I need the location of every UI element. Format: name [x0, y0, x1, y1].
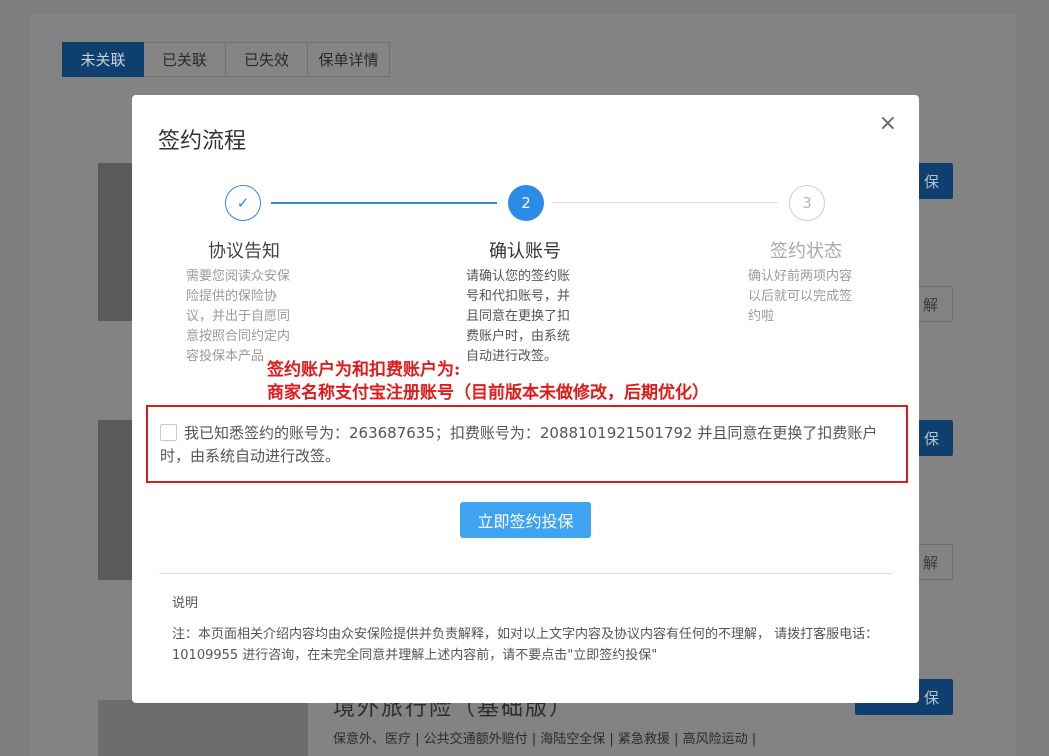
annotation-line-2: 商家名称支付宝注册账号（目前版本未做修改，后期优化）	[267, 383, 709, 403]
note-text: 注：本页面相关介绍内容均由众安保险提供并负责解释，如对以上文字内容及协议内容有任…	[172, 627, 879, 663]
product-image	[98, 700, 308, 756]
step-1-name: 协议告知	[208, 241, 280, 262]
agreement-row: 我已知悉签约的账号为：263687635；扣费账号为：2088101921501…	[160, 422, 905, 468]
signing-process-modal: 签约流程 × ✓ 2 3 协议告知 确认账号 签约状态 需要您阅读众安保险提供的…	[132, 95, 919, 703]
tab-expired[interactable]: 已失效	[226, 42, 308, 77]
step-3-marker: 3	[789, 185, 825, 221]
product-tags: 保意外、医疗 | 公共交通额外赔付 | 海陆空全保 | 紧急救援 | 高风险运动…	[333, 732, 757, 747]
step-connector-pending	[552, 202, 778, 203]
step-3-name: 签约状态	[770, 241, 842, 262]
note-title: 说明	[172, 596, 199, 611]
step-2-name: 确认账号	[489, 241, 561, 262]
close-icon[interactable]: ×	[879, 113, 897, 135]
background-tabs: 未关联 已关联 已失效 保单详情	[62, 42, 390, 77]
agreement-text: 我已知悉签约的账号为：263687635；扣费账号为：2088101921501…	[160, 424, 878, 465]
step-connector-done	[271, 202, 497, 204]
step-2-description: 请确认您的签约账号和代扣账号，并且同意在更换了扣费账户时，由系统自动进行改签。	[466, 269, 571, 364]
tab-unlinked[interactable]: 未关联	[62, 42, 144, 77]
annotation-line-1: 签约账户为和扣费账户为:	[267, 360, 461, 380]
step-3-description: 确认好前两项内容以后就可以完成签约啦	[748, 269, 853, 324]
agree-checkbox[interactable]	[160, 424, 177, 441]
modal-title: 签约流程	[158, 129, 247, 154]
step-1-description: 需要您阅读众安保险提供的保险协议，并出于自愿同意按照合同约定内容投保本产品	[186, 269, 291, 364]
sign-and-insure-button[interactable]: 立即签约投保	[460, 502, 591, 538]
tab-linked[interactable]: 已关联	[144, 42, 226, 77]
step-1-check-icon: ✓	[225, 185, 261, 221]
step-2-marker: 2	[508, 185, 544, 221]
tab-policy-details[interactable]: 保单详情	[308, 42, 390, 77]
divider	[159, 573, 892, 574]
